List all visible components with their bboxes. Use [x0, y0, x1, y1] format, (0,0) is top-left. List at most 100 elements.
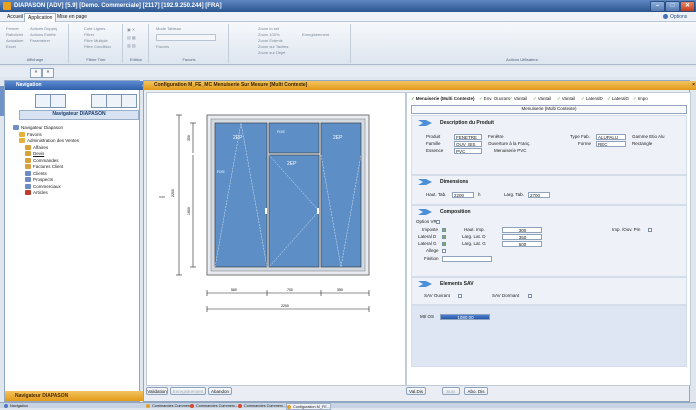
tree-item[interactable]: Commandes	[25, 158, 59, 164]
task-commandes-2[interactable]: Commandes Commerc...	[190, 403, 238, 409]
ribbon-actions-entete[interactable]: Actions Entête	[30, 32, 56, 37]
enregistrement-button[interactable]: Enregistrement	[170, 387, 206, 395]
sav-dormant-checkbox[interactable]	[528, 294, 532, 298]
val-dis-button[interactable]: Val.Dis	[406, 387, 426, 395]
properties-pane: ✓Menuiserie (Multi Contexte) ✓Env. Ouvran…	[406, 92, 691, 386]
ribbon-parametrer[interactable]: Paramétrer	[30, 38, 50, 43]
task-commandes-1[interactable]: Commandes Commerc...	[146, 403, 194, 409]
suiv-button[interactable]: Suiv.	[442, 387, 460, 395]
ribbon-edit-icons-3[interactable]: ▥ ▧	[127, 43, 136, 48]
ribbon-cote-lignes[interactable]: Cote Lignes	[84, 26, 105, 31]
ribbon-favoris-item[interactable]: Favoris	[156, 44, 169, 49]
ribbon-actions-duppiq[interactable]: Actions Duppiq	[30, 26, 57, 31]
collapse-left-icon[interactable]: «	[30, 68, 42, 78]
price-field[interactable]: 1080,00	[440, 314, 490, 320]
ribbon-zoom-tacites[interactable]: Zoom sur Tacites	[258, 44, 288, 49]
tab-3[interactable]: ✓Vantail	[531, 95, 553, 103]
tree-item[interactable]: Factures Client	[25, 164, 63, 170]
navigator-footer[interactable]: Navigateur DIAPASON	[5, 391, 149, 401]
option-vr-checkbox[interactable]	[436, 220, 440, 224]
task-navigation-label: Navigation	[10, 404, 28, 408]
ribbon-filtre-condition[interactable]: Filtre Condition	[84, 44, 111, 49]
window-titlebar: DIAPASON [ADV] [5.9] [Demo. Commerciale]…	[0, 0, 696, 12]
expand-right-icon[interactable]: »	[42, 68, 54, 78]
task-commandes-3[interactable]: Commandes Commerc...	[238, 403, 286, 409]
lateral-d-checkbox[interactable]	[442, 235, 446, 239]
finition-field[interactable]	[442, 256, 492, 262]
tab-6[interactable]: ✓LateralG	[605, 95, 631, 103]
tab-2[interactable]: ✓Vantail	[507, 95, 529, 103]
ribbon-zoom-extents[interactable]: Zoom Extents	[258, 38, 283, 43]
larg-lat-d-field[interactable]: 350	[502, 234, 542, 240]
nav-settings-button[interactable]	[121, 94, 137, 108]
tree-item[interactable]: Favoris	[19, 132, 42, 138]
task-configuration[interactable]: Configuration M_FE...	[286, 403, 331, 410]
larg-lat-g-field[interactable]: 600	[502, 241, 542, 247]
tab-5[interactable]: ✓LateralD	[579, 95, 605, 103]
nav-search-button[interactable]	[106, 94, 122, 108]
maximize-button[interactable]: □	[665, 1, 680, 12]
ribbon-actualiser[interactable]: Actualiser	[6, 38, 24, 43]
ribbon-fermer[interactable]: Fermer	[6, 26, 19, 31]
nav-back-button[interactable]	[50, 94, 66, 108]
imposte-checkbox[interactable]	[442, 228, 446, 232]
ribbon-edit-icons-2[interactable]: ▤ ▦	[127, 35, 136, 40]
ouverture-label: Ouverture à la Franç.	[488, 141, 531, 146]
close-button[interactable]: ✕	[680, 1, 695, 12]
tree-item[interactable]: Affaires	[25, 145, 48, 151]
larg-tab-field[interactable]: 2700	[528, 192, 550, 198]
ribbon-rafraichir[interactable]: Rafraîchir	[6, 32, 23, 37]
ribbon-filtre-multiple[interactable]: Filtre Multiple	[84, 38, 108, 43]
validation-button[interactable]: Validation	[146, 387, 168, 395]
tree-item-label: Favoris	[27, 131, 42, 137]
tree-item[interactable]: Navigateur Diapason	[13, 125, 63, 131]
side-tab[interactable]	[0, 86, 4, 116]
section-sav: Elements SAV SAV Ouvrant SAV Dormant	[411, 277, 687, 305]
tree-item[interactable]: Articles	[25, 190, 48, 196]
essence-field[interactable]: PVC	[454, 148, 482, 154]
abandon-button[interactable]: Abandon	[208, 387, 232, 395]
tree-item[interactable]: Devis	[25, 151, 44, 157]
tab-0[interactable]: ✓Menuiserie (Multi Contexte)	[409, 95, 477, 103]
typefab-field[interactable]: ALUPALU	[596, 134, 626, 140]
haut-tab-field[interactable]: 2200	[452, 192, 474, 198]
ribbon-combo[interactable]	[156, 34, 216, 41]
ribbon-zoom-100[interactable]: Zoom 100%	[258, 32, 280, 37]
ribbon-excel[interactable]: Excel	[6, 44, 16, 49]
section-arrow-icon	[418, 209, 432, 215]
haut-imp-field[interactable]: 300	[502, 227, 542, 233]
section-arrow-icon	[418, 120, 432, 126]
allege-checkbox[interactable]	[442, 249, 446, 253]
abo-dis-button[interactable]: Abo. Dis	[464, 387, 488, 395]
options-menu[interactable]: Options	[660, 13, 690, 21]
task-navigation[interactable]: Navigation	[4, 403, 28, 409]
ribbon-mode-tableau[interactable]: Mode Tableau	[156, 26, 181, 31]
tree-item[interactable]: Commerciaux	[25, 184, 61, 190]
tab-4[interactable]: ✓Vantail	[555, 95, 577, 103]
tree-item[interactable]: Prospects	[25, 177, 53, 183]
minimize-button[interactable]: –	[650, 1, 665, 12]
tab-7[interactable]: ✓Impo	[631, 95, 650, 103]
ribbon-zoom-objet[interactable]: Zoom sur Dbjet	[258, 50, 285, 55]
tree-item[interactable]: Administration des Ventes	[19, 138, 79, 144]
ribbon-enregistrement[interactable]: Enregistrement	[302, 32, 329, 37]
drawing-area[interactable]: 2EP 2EP 2EP FIXE FIXE 2200 350 1600 560	[146, 92, 406, 386]
configuration-close-button[interactable]: ×	[692, 81, 695, 90]
configuration-window: Configuration M_FE_MC Menuiserie Sur Mes…	[143, 80, 696, 402]
ribbon-zoom-to-set[interactable]: Zoom to set	[258, 26, 279, 31]
menu-mise-en-page[interactable]: Mise en page	[54, 13, 90, 21]
nav-home-button[interactable]	[35, 94, 51, 108]
produit-field[interactable]: FENETRE	[454, 134, 482, 140]
menu-accueil[interactable]: Accueil	[4, 13, 26, 21]
lateral-g-checkbox[interactable]	[442, 242, 446, 246]
section-dimensions: Dimensions Haut. Tab. 2200 h Larg. Tab. …	[411, 175, 687, 205]
nav-refresh-button[interactable]	[91, 94, 107, 108]
ribbon-filtrer[interactable]: Filtrer	[84, 32, 94, 37]
ribbon-edit-icons[interactable]: ▣ ✕	[127, 27, 135, 32]
forme-field[interactable]: REC	[596, 141, 626, 147]
imp-ouv-checkbox[interactable]	[648, 228, 652, 232]
famille-field[interactable]: OUV_BIS	[454, 141, 482, 147]
pane-label-5: FIXE	[277, 130, 285, 134]
sav-ouvrant-checkbox[interactable]	[458, 294, 462, 298]
tree-item[interactable]: Clients	[25, 171, 47, 177]
